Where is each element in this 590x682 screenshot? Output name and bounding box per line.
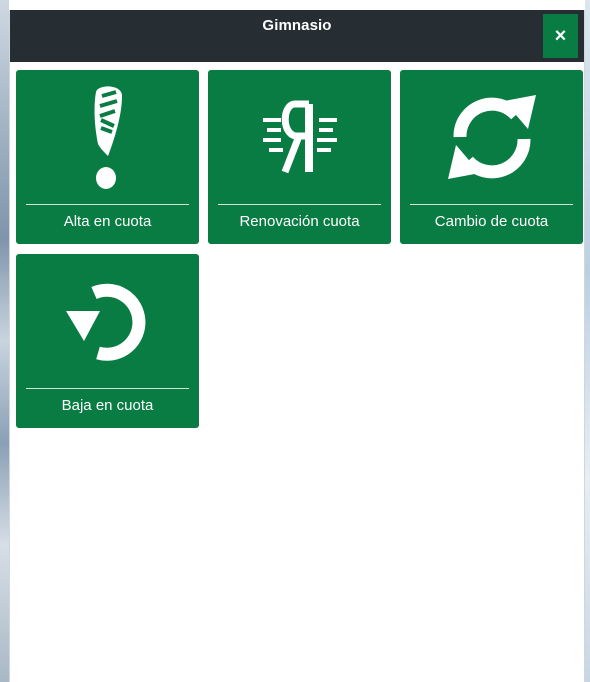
tile-divider	[26, 388, 189, 389]
background-right-edge	[585, 0, 590, 682]
refresh-icon	[400, 78, 583, 196]
tile-label: Cambio de cuota	[434, 213, 549, 230]
gimnasio-dialog: Gimnasio × Alta en cuota Renovación cuot…	[9, 10, 585, 682]
tile-baja-en-cuota[interactable]: Baja en cuota	[16, 254, 199, 428]
close-button[interactable]: ×	[543, 14, 578, 58]
background-left-edge	[0, 0, 9, 682]
tile-divider	[26, 204, 189, 205]
dialog-titlebar: Gimnasio ×	[10, 10, 584, 62]
tile-alta-en-cuota[interactable]: Alta en cuota	[16, 70, 199, 244]
exclamation-shoe-icon	[16, 78, 199, 196]
tile-divider	[410, 204, 573, 205]
tile-divider	[218, 204, 381, 205]
tile-cambio-de-cuota[interactable]: Cambio de cuota	[400, 70, 583, 244]
tile-label: Alta en cuota	[63, 213, 152, 230]
dialog-title: Gimnasio	[262, 17, 332, 34]
tile-label: Baja en cuota	[61, 397, 154, 414]
winged-ya-icon	[208, 78, 391, 196]
tile-renovacion-cuota[interactable]: Renovación cuota	[208, 70, 391, 244]
tile-label: Renovación cuota	[239, 213, 360, 230]
undo-icon	[16, 262, 199, 380]
